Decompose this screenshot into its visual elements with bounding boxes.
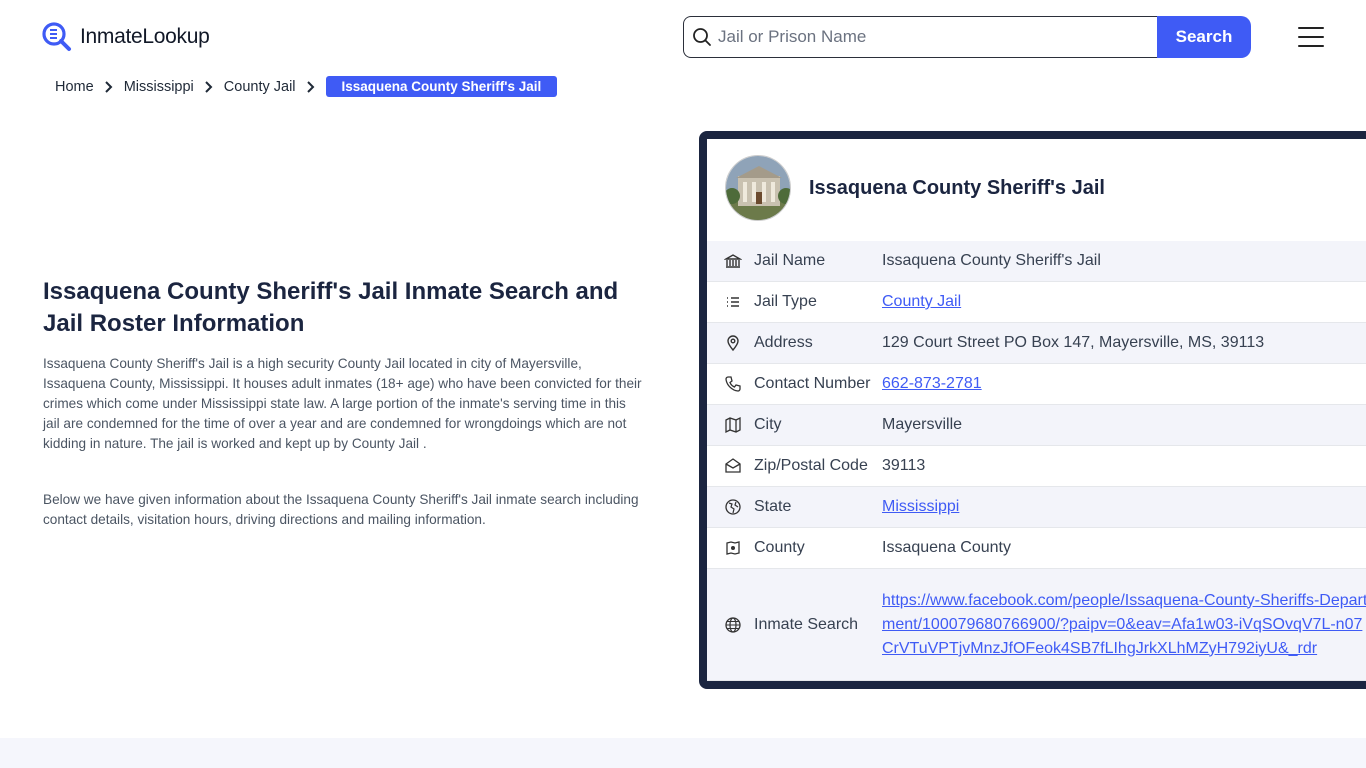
inmate-search-link[interactable]: https://www.facebook.com/people/Issaquen… — [882, 589, 1366, 661]
county-icon — [726, 541, 740, 555]
breadcrumb: Home Mississippi County Jail Issaquena C… — [55, 76, 558, 97]
jail-photo — [725, 155, 791, 221]
description-paragraph: Issaquena County Sheriff's Jail is a hig… — [43, 356, 642, 451]
logo[interactable]: InmateLookup — [42, 22, 210, 52]
search-bar: Search — [683, 16, 1251, 58]
location-pin-icon — [727, 335, 739, 352]
jail-info-card: Issaquena County Sheriff's Jail Jail Nam… — [699, 131, 1366, 689]
row-jail-name: Jail Name Issaquena County Sheriff's Jai… — [707, 241, 1366, 282]
row-city: City Mayersville — [707, 405, 1366, 446]
breadcrumb-home[interactable]: Home — [55, 79, 94, 95]
map-icon — [725, 416, 741, 434]
breadcrumb-current: Issaquena County Sheriff's Jail — [325, 76, 558, 97]
row-jail-type: Jail Type County Jail — [707, 282, 1366, 323]
breadcrumb-mississippi[interactable]: Mississippi — [124, 79, 194, 95]
chevron-right-icon — [104, 80, 113, 93]
search-button[interactable]: Search — [1157, 16, 1251, 58]
chevron-right-icon — [306, 80, 314, 93]
menu-icon[interactable] — [1298, 27, 1324, 47]
breadcrumb-county-jail[interactable]: County Jail — [224, 79, 296, 95]
search-input[interactable] — [718, 27, 1138, 47]
state-link[interactable]: Mississippi — [882, 498, 959, 516]
search-icon — [693, 28, 711, 46]
page-title: Issaquena County Sheriff's Jail Inmate S… — [43, 278, 619, 337]
row-state: State Mississippi — [707, 487, 1366, 528]
row-inmate-search: Inmate Search https://www.facebook.com/p… — [707, 569, 1366, 681]
footer-band — [0, 738, 1366, 768]
info-paragraph: Below we have given information about th… — [43, 492, 639, 527]
row-county: County Issaquena County — [707, 528, 1366, 569]
row-contact-number: Contact Number 662-873-2781 — [707, 364, 1366, 405]
list-icon — [727, 297, 739, 307]
row-zip-code: Zip/Postal Code 39113 — [707, 446, 1366, 487]
phone-icon — [725, 376, 741, 392]
mail-icon — [725, 458, 741, 473]
jail-type-link[interactable]: County Jail — [882, 293, 961, 311]
building-icon — [724, 254, 742, 268]
chevron-right-icon — [205, 80, 213, 93]
magnifier-logo-icon — [42, 22, 71, 51]
card-title: Issaquena County Sheriff's Jail — [809, 176, 1105, 199]
card-header: Issaquena County Sheriff's Jail — [725, 155, 1105, 221]
globe-icon — [725, 616, 741, 633]
row-address: Address 129 Court Street PO Box 147, May… — [707, 323, 1366, 364]
logo-text: InmateLookup — [80, 25, 210, 48]
info-table: Jail Name Issaquena County Sheriff's Jai… — [707, 241, 1366, 681]
search-box[interactable] — [683, 16, 1157, 58]
globe-region-icon — [725, 499, 741, 515]
contact-number-link[interactable]: 662-873-2781 — [882, 375, 982, 393]
